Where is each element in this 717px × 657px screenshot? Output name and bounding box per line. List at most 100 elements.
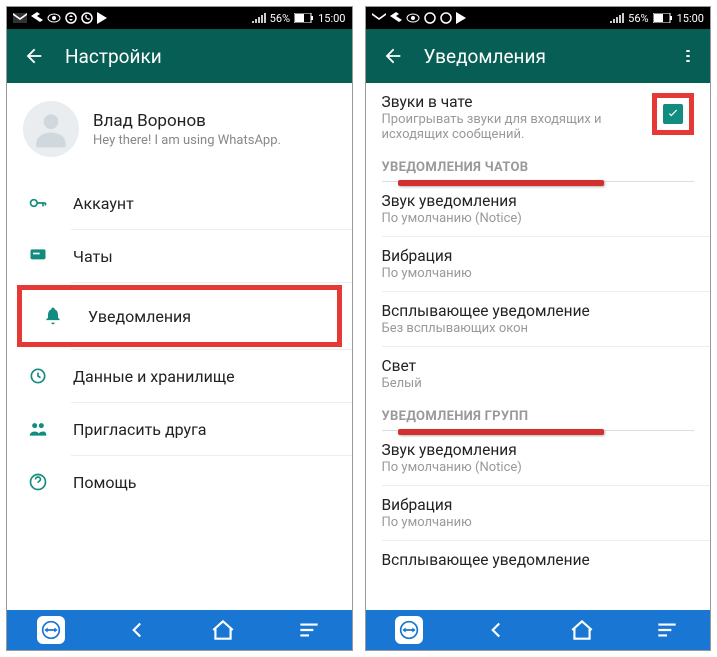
battery-icon bbox=[294, 13, 314, 23]
settings-item-help[interactable]: Помощь bbox=[7, 456, 352, 508]
nav-home-icon bbox=[210, 617, 236, 643]
setting-subtitle: Без всплывающих окон bbox=[382, 321, 642, 336]
arrow-left-icon bbox=[23, 45, 45, 67]
teamviewer-badge[interactable] bbox=[37, 610, 65, 650]
teamviewer-icon bbox=[399, 620, 419, 640]
nav-back[interactable] bbox=[483, 610, 509, 650]
data-icon bbox=[27, 366, 49, 386]
notifications-content: Звуки в чате Проигрывать звуки для входя… bbox=[366, 83, 711, 610]
play-icon bbox=[97, 12, 107, 24]
teamviewer-badge[interactable] bbox=[395, 610, 423, 650]
app-bar: Уведомления bbox=[366, 29, 711, 83]
nav-recent[interactable] bbox=[654, 610, 680, 650]
settings-item-chats[interactable]: Чаты bbox=[7, 230, 352, 282]
nav-back-icon bbox=[483, 617, 509, 643]
settings-item-account[interactable]: Аккаунт bbox=[7, 177, 352, 229]
settings-item-label: Аккаунт bbox=[73, 194, 134, 213]
setting-group-sound[interactable]: Звук уведомления По умолчанию (Notice) bbox=[366, 431, 711, 485]
nav-back-icon bbox=[124, 617, 150, 643]
mail-icon bbox=[13, 13, 27, 23]
profile-text: Влад Воронов Hey there! I am using Whats… bbox=[93, 111, 281, 148]
clock: 15:00 bbox=[677, 12, 704, 25]
setting-vibration[interactable]: Вибрация По умолчанию bbox=[366, 237, 711, 291]
eye-icon bbox=[47, 13, 61, 23]
back-button[interactable] bbox=[374, 37, 412, 75]
mail-icon bbox=[372, 13, 386, 23]
setting-title: Звук уведомления bbox=[382, 192, 695, 210]
play-icon bbox=[456, 12, 466, 24]
checkbox-highlight bbox=[652, 93, 694, 135]
person-icon bbox=[29, 107, 73, 151]
settings-content: Влад Воронов Hey there! I am using Whats… bbox=[7, 83, 352, 610]
nav-recent-icon bbox=[654, 617, 680, 643]
page-title: Настройки bbox=[65, 45, 344, 68]
nav-back[interactable] bbox=[124, 610, 150, 650]
settings-item-label: Данные и хранилище bbox=[73, 367, 235, 386]
app-bar: Настройки bbox=[7, 29, 352, 83]
avatar bbox=[23, 101, 79, 157]
setting-title: Вибрация bbox=[382, 496, 695, 514]
setting-subtitle: Проигрывать звуки для входящих и исходящ… bbox=[382, 112, 642, 142]
eye-icon bbox=[406, 13, 420, 23]
nav-recent[interactable] bbox=[296, 610, 322, 650]
phone-left: 56% 15:00 Настройки Влад Воронов Hey the… bbox=[6, 6, 353, 651]
settings-item-label: Помощь bbox=[73, 473, 136, 492]
page-title: Уведомления bbox=[424, 45, 675, 68]
setting-title: Свет bbox=[382, 357, 695, 375]
navigation-bar bbox=[7, 610, 352, 650]
battery-icon bbox=[653, 13, 673, 23]
setting-title: Всплывающее уведомление bbox=[382, 302, 695, 320]
setting-title: Вибрация bbox=[382, 247, 695, 265]
setting-title: Звуки в чате bbox=[382, 93, 645, 111]
setting-title: Звук уведомления bbox=[382, 441, 695, 459]
setting-light[interactable]: Свет Белый bbox=[366, 347, 711, 401]
nav-recent-icon bbox=[296, 617, 322, 643]
signal-icon bbox=[610, 13, 624, 23]
settings-item-label: Пригласить друга bbox=[73, 420, 207, 439]
setting-group-vibration[interactable]: Вибрация По умолчанию bbox=[366, 486, 711, 540]
arrow-left-icon bbox=[382, 45, 404, 67]
people-icon bbox=[27, 419, 49, 439]
overflow-menu[interactable] bbox=[674, 42, 702, 70]
nav-home[interactable] bbox=[210, 610, 236, 650]
profile-status: Hey there! I am using WhatsApp. bbox=[93, 133, 281, 148]
status-bar: 56% 15:00 bbox=[366, 7, 711, 29]
nav-home-icon bbox=[569, 617, 595, 643]
checkbox-chat-sounds[interactable] bbox=[663, 104, 683, 124]
setting-subtitle: По умолчанию bbox=[382, 266, 642, 281]
settings-item-label: Уведомления bbox=[88, 307, 191, 326]
whatsapp-icon bbox=[81, 12, 93, 24]
setting-group-popup[interactable]: Всплывающее уведомление bbox=[366, 541, 711, 571]
dropbox-icon bbox=[390, 12, 402, 24]
profile-row[interactable]: Влад Воронов Hey there! I am using Whats… bbox=[7, 83, 352, 177]
signal-icon bbox=[252, 13, 266, 23]
help-icon bbox=[27, 472, 49, 492]
setting-popup[interactable]: Всплывающее уведомление Без всплывающих … bbox=[366, 292, 711, 346]
profile-name: Влад Воронов bbox=[93, 111, 281, 131]
bell-icon bbox=[42, 306, 64, 326]
setting-subtitle: По умолчанию (Notice) bbox=[382, 460, 642, 475]
battery-percent: 56% bbox=[628, 12, 648, 25]
settings-item-notifications[interactable]: Уведомления bbox=[17, 285, 342, 347]
settings-item-data[interactable]: Данные и хранилище bbox=[7, 350, 352, 402]
clock: 15:00 bbox=[318, 12, 345, 25]
setting-chat-sounds[interactable]: Звуки в чате Проигрывать звуки для входя… bbox=[366, 83, 711, 152]
section-header-chats: УВЕДОМЛЕНИЯ ЧАТОВ bbox=[366, 152, 711, 179]
setting-notification-sound[interactable]: Звук уведомления По умолчанию (Notice) bbox=[366, 182, 711, 236]
back-button[interactable] bbox=[15, 37, 53, 75]
sync-icon bbox=[424, 12, 436, 24]
nav-home[interactable] bbox=[569, 610, 595, 650]
sync-icon bbox=[65, 12, 77, 24]
setting-subtitle: По умолчанию bbox=[382, 515, 642, 530]
battery-percent: 56% bbox=[270, 12, 290, 25]
section-header-groups: УВЕДОМЛЕНИЯ ГРУПП bbox=[366, 401, 711, 428]
key-icon bbox=[27, 193, 49, 213]
whatsapp-icon bbox=[440, 12, 452, 24]
setting-subtitle: Белый bbox=[382, 376, 642, 391]
setting-subtitle: По умолчанию (Notice) bbox=[382, 211, 642, 226]
settings-item-invite[interactable]: Пригласить друга bbox=[7, 403, 352, 455]
settings-item-label: Чаты bbox=[73, 247, 113, 266]
phone-right: 56% 15:00 Уведомления Звуки в чате Проиг… bbox=[365, 6, 712, 651]
teamviewer-icon bbox=[41, 620, 61, 640]
check-icon bbox=[666, 107, 680, 121]
